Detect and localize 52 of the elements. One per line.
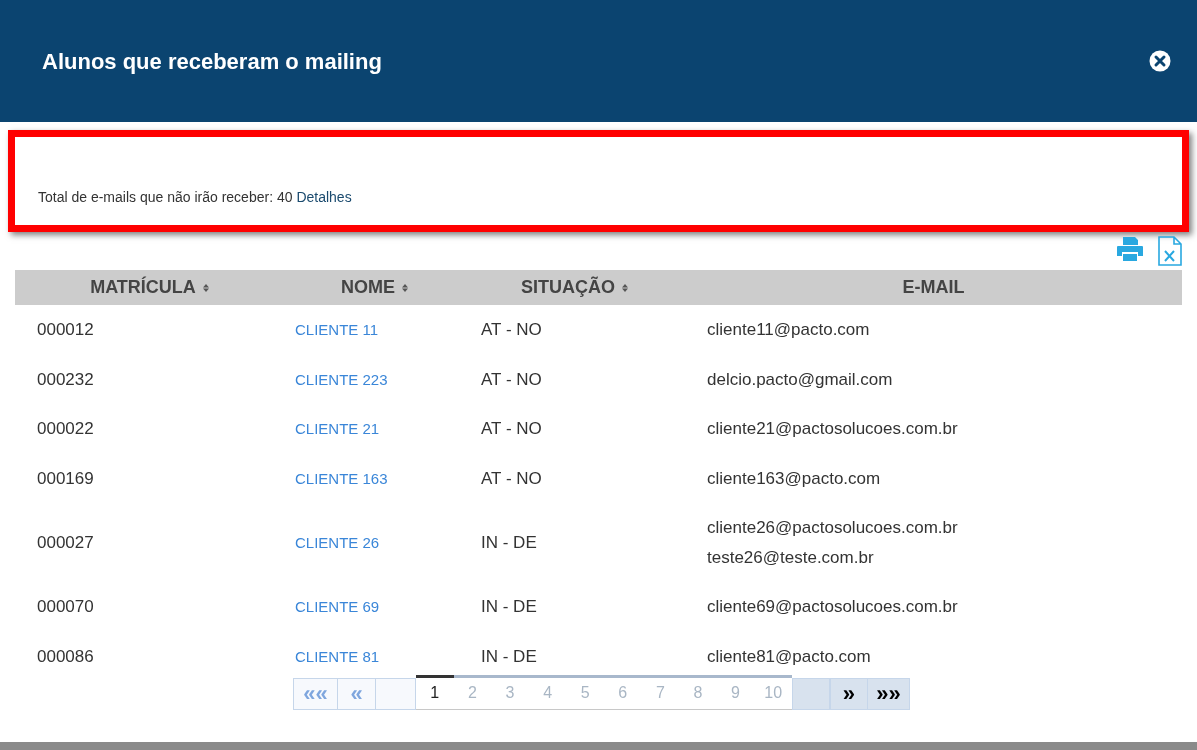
table-cell: 000012 — [37, 320, 94, 339]
column-header[interactable]: SITUAÇÃO — [521, 274, 615, 301]
page-button[interactable]: 9 — [716, 675, 755, 707]
client-link[interactable]: CLIENTE 21 — [295, 420, 380, 437]
email-text: cliente26@pactosolucoes.com.br — [707, 517, 959, 539]
close-icon[interactable] — [1149, 50, 1171, 72]
excel-file-icon[interactable] — [1158, 236, 1182, 266]
page-button[interactable]: 5 — [566, 675, 604, 707]
notice-text: Total de e-mails que não irão receber: 40 Detalhes — [38, 188, 352, 207]
client-link[interactable]: CLIENTE 223 — [295, 370, 388, 388]
email-text: delcio.pacto@gmail.com — [707, 368, 894, 391]
table-cell: 000232 — [37, 369, 94, 389]
client-link[interactable]: CLIENTE 11 — [295, 321, 379, 338]
column-header[interactable]: MATRÍCULA — [90, 274, 196, 301]
column-header[interactable]: NOME — [341, 274, 395, 301]
client-link[interactable]: CLIENTE 163 — [295, 469, 388, 487]
table-cell: 000027 — [37, 532, 94, 552]
page-button[interactable]: 10 — [754, 675, 792, 707]
table-cell: 000169 — [37, 468, 94, 488]
table-cell: 000070 — [37, 597, 94, 616]
email-text: cliente21@pactosolucoes.com.br — [707, 418, 959, 440]
email-text: cliente81@pacto.com — [707, 645, 872, 668]
table-cell: IN - DE — [481, 646, 537, 666]
client-link[interactable]: CLIENTE 26 — [295, 533, 380, 551]
page-button[interactable]: 3 — [491, 675, 529, 707]
email-text: cliente163@pacto.com — [707, 467, 882, 490]
dialog-title: Alunos que receberam o mailing — [42, 47, 382, 76]
table-cell: 000086 — [37, 646, 94, 666]
table-cell: AT - NO — [481, 320, 542, 339]
email-text: teste26@teste.com.br — [707, 546, 875, 569]
page-button[interactable]: 4 — [528, 675, 567, 707]
table-cell: AT - NO — [481, 369, 542, 389]
table-cell: 000022 — [37, 419, 94, 438]
page-nav-button[interactable]: »» — [867, 678, 910, 710]
details-link[interactable]: Detalhes — [296, 189, 352, 205]
client-link[interactable]: CLIENTE 81 — [295, 647, 380, 665]
email-text: cliente69@pactosolucoes.com.br — [707, 596, 959, 618]
page-button[interactable]: 8 — [679, 675, 717, 707]
page-nav-button[interactable]: » — [829, 678, 868, 710]
email-text: cliente11@pacto.com — [707, 319, 871, 341]
client-link[interactable]: CLIENTE 69 — [295, 598, 380, 615]
column-header: E-MAIL — [902, 276, 965, 299]
pagination-spacer — [791, 678, 830, 710]
page-button[interactable]: 7 — [641, 675, 680, 707]
table-cell: AT - NO — [481, 419, 542, 438]
page-button[interactable]: 6 — [603, 675, 642, 707]
page-button[interactable]: 1 — [416, 675, 454, 707]
table-cell: AT - NO — [481, 468, 542, 488]
table-cell: IN - DE — [481, 597, 537, 616]
page-button[interactable]: 2 — [453, 675, 492, 707]
table-cell: IN - DE — [481, 532, 537, 552]
printer-icon[interactable] — [1116, 236, 1144, 262]
